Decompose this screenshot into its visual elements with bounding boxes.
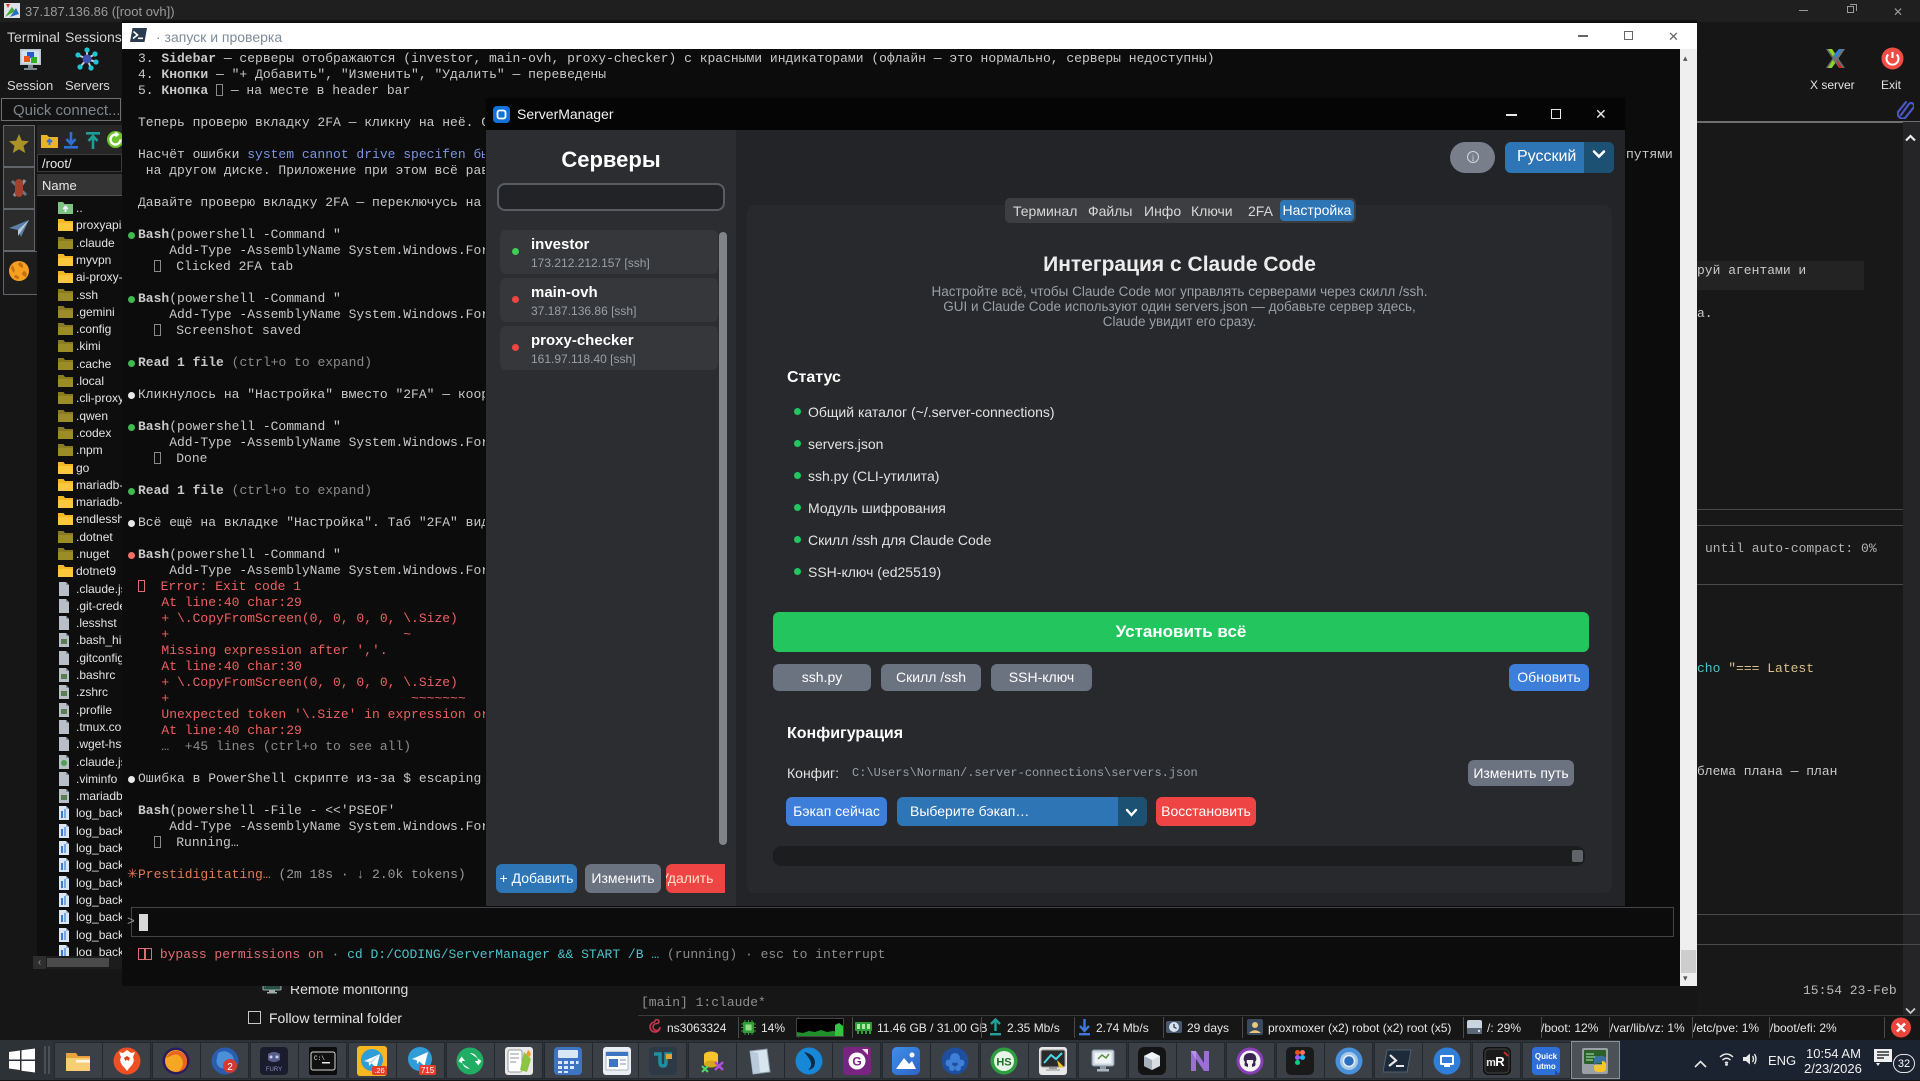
- svg-text:715: 715: [421, 1066, 435, 1075]
- svg-text:G: G: [852, 1055, 861, 1069]
- svg-text:utmo: utmo: [1536, 1062, 1556, 1071]
- svg-text:C:\: C:\: [314, 1055, 325, 1062]
- svg-text:.26: .26: [374, 1066, 384, 1075]
- svg-text:Quick: Quick: [1535, 1052, 1558, 1061]
- svg-text:R: R: [1495, 1054, 1505, 1069]
- svg-text:2: 2: [227, 1062, 233, 1073]
- svg-text:HS: HS: [996, 1057, 1011, 1069]
- svg-text:FURY: FURY: [266, 1067, 282, 1073]
